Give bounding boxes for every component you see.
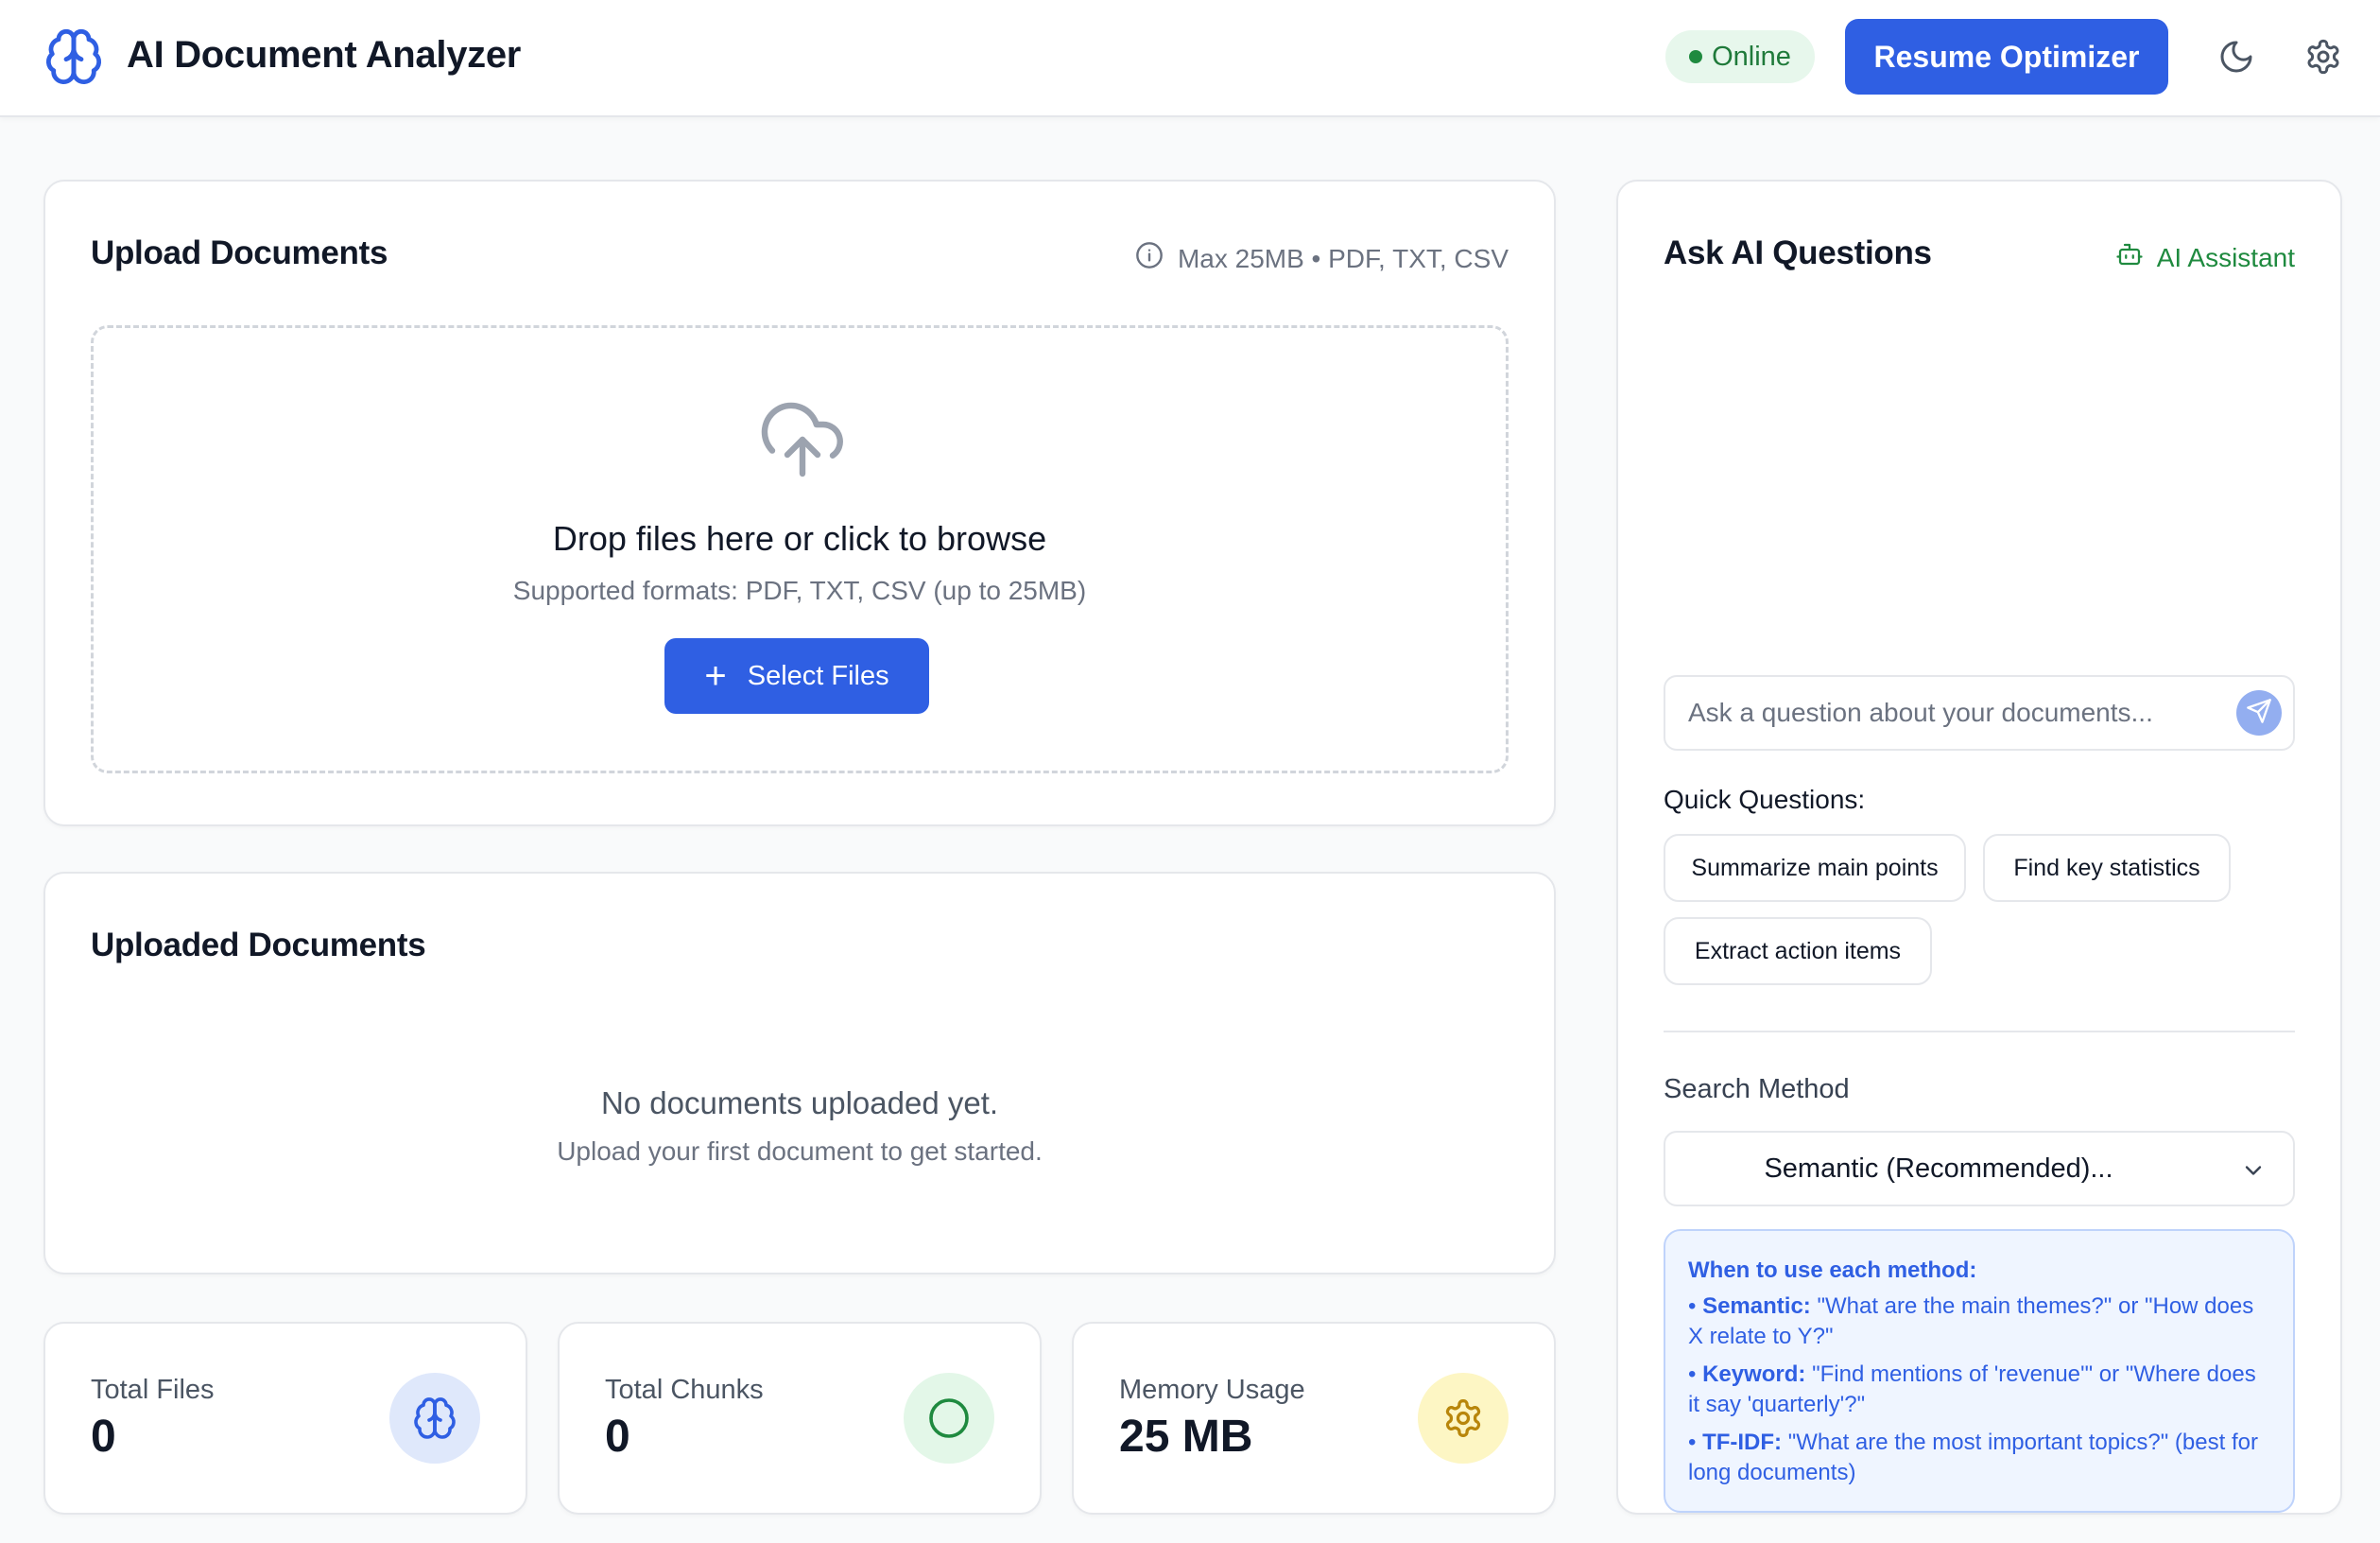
uploaded-documents-title: Uploaded Documents bbox=[91, 927, 426, 963]
moon-icon[interactable] bbox=[2217, 38, 2255, 76]
upload-card: Upload Documents Max 25MB • PDF, TXT, CS… bbox=[43, 180, 1556, 826]
status-label: Online bbox=[1712, 41, 1791, 72]
quick-question-statistics[interactable]: Find key statistics bbox=[1983, 834, 2231, 902]
search-method-value: Semantic (Recommended)... bbox=[1764, 1153, 2113, 1184]
ask-ai-panel: Ask AI Questions AI Assistant Quick Ques… bbox=[1616, 180, 2342, 1515]
help-item-name: Semantic: bbox=[1702, 1293, 1811, 1319]
chevron-down-icon bbox=[2240, 1157, 2267, 1184]
stat-value: 0 bbox=[91, 1412, 116, 1462]
info-icon bbox=[1134, 240, 1164, 277]
upload-title: Upload Documents bbox=[91, 234, 388, 271]
dropzone-title: Drop files here or click to browse bbox=[552, 519, 1047, 558]
help-title: When to use each method: bbox=[1688, 1257, 1977, 1283]
circle-icon bbox=[904, 1373, 994, 1464]
help-item-tfidf: • TF-IDF: "What are the most important t… bbox=[1688, 1430, 2258, 1485]
resume-optimizer-button[interactable]: Resume Optimizer bbox=[1845, 19, 2168, 95]
stat-card-total-chunks: Total Chunks 0 bbox=[558, 1322, 1042, 1515]
send-button[interactable] bbox=[2236, 690, 2282, 736]
gear-icon[interactable] bbox=[2304, 38, 2342, 76]
dropzone-subtitle: Supported formats: PDF, TXT, CSV (up to … bbox=[512, 576, 1087, 605]
search-method-label: Search Method bbox=[1664, 1074, 1850, 1104]
file-dropzone[interactable]: Drop files here or click to browse Suppo… bbox=[91, 325, 1509, 773]
uploaded-documents-card: Uploaded Documents No documents uploaded… bbox=[43, 872, 1556, 1274]
quick-question-action-items[interactable]: Extract action items bbox=[1664, 917, 1932, 985]
stat-label: Total Chunks bbox=[605, 1375, 764, 1405]
plus-icon: + bbox=[704, 655, 727, 697]
select-files-label: Select Files bbox=[747, 660, 889, 691]
question-input[interactable] bbox=[1688, 677, 2217, 749]
quick-questions-label: Quick Questions: bbox=[1664, 785, 1866, 814]
gear-icon bbox=[1418, 1373, 1509, 1464]
upload-limits: Max 25MB • PDF, TXT, CSV bbox=[1134, 240, 1509, 277]
stat-label: Total Files bbox=[91, 1375, 215, 1405]
stat-value: 25 MB bbox=[1119, 1412, 1253, 1462]
stat-card-total-files: Total Files 0 bbox=[43, 1322, 527, 1515]
ai-assistant-text: AI Assistant bbox=[2156, 242, 2295, 272]
select-files-button[interactable]: + Select Files bbox=[664, 638, 929, 714]
help-item-name: Keyword: bbox=[1702, 1361, 1806, 1387]
upload-limits-text: Max 25MB • PDF, TXT, CSV bbox=[1177, 243, 1509, 273]
send-icon bbox=[2246, 698, 2272, 729]
stat-value: 0 bbox=[605, 1412, 630, 1462]
cloud-upload-icon bbox=[757, 394, 848, 485]
top-header: AI Document Analyzer Online Resume Optim… bbox=[0, 0, 2380, 117]
empty-state-subtitle: Upload your first document to get starte… bbox=[557, 1136, 1043, 1166]
brain-icon bbox=[389, 1373, 480, 1464]
ai-assistant-label: AI Assistant bbox=[2115, 240, 2295, 275]
stat-label: Memory Usage bbox=[1119, 1375, 1305, 1405]
help-item-name: TF-IDF: bbox=[1702, 1430, 1783, 1455]
app-title: AI Document Analyzer bbox=[127, 34, 522, 76]
ask-ai-title: Ask AI Questions bbox=[1664, 234, 1932, 271]
search-method-help: When to use each method: • Semantic: "Wh… bbox=[1664, 1229, 2295, 1513]
divider bbox=[1664, 1031, 2295, 1032]
status-dot-icon bbox=[1689, 50, 1703, 63]
status-badge: Online bbox=[1665, 30, 1815, 83]
help-item-keyword: • Keyword: "Find mentions of 'revenue'" … bbox=[1688, 1361, 2256, 1417]
search-method-select[interactable]: Semantic (Recommended)... bbox=[1664, 1131, 2295, 1206]
empty-state-title: No documents uploaded yet. bbox=[600, 1085, 999, 1120]
help-item-semantic: • Semantic: "What are the main themes?" … bbox=[1688, 1293, 2254, 1349]
robot-icon bbox=[2115, 240, 2144, 275]
brain-icon bbox=[43, 26, 104, 87]
question-input-container bbox=[1664, 675, 2295, 751]
stat-card-memory-usage: Memory Usage 25 MB bbox=[1072, 1322, 1556, 1515]
quick-question-summarize[interactable]: Summarize main points bbox=[1664, 834, 1966, 902]
